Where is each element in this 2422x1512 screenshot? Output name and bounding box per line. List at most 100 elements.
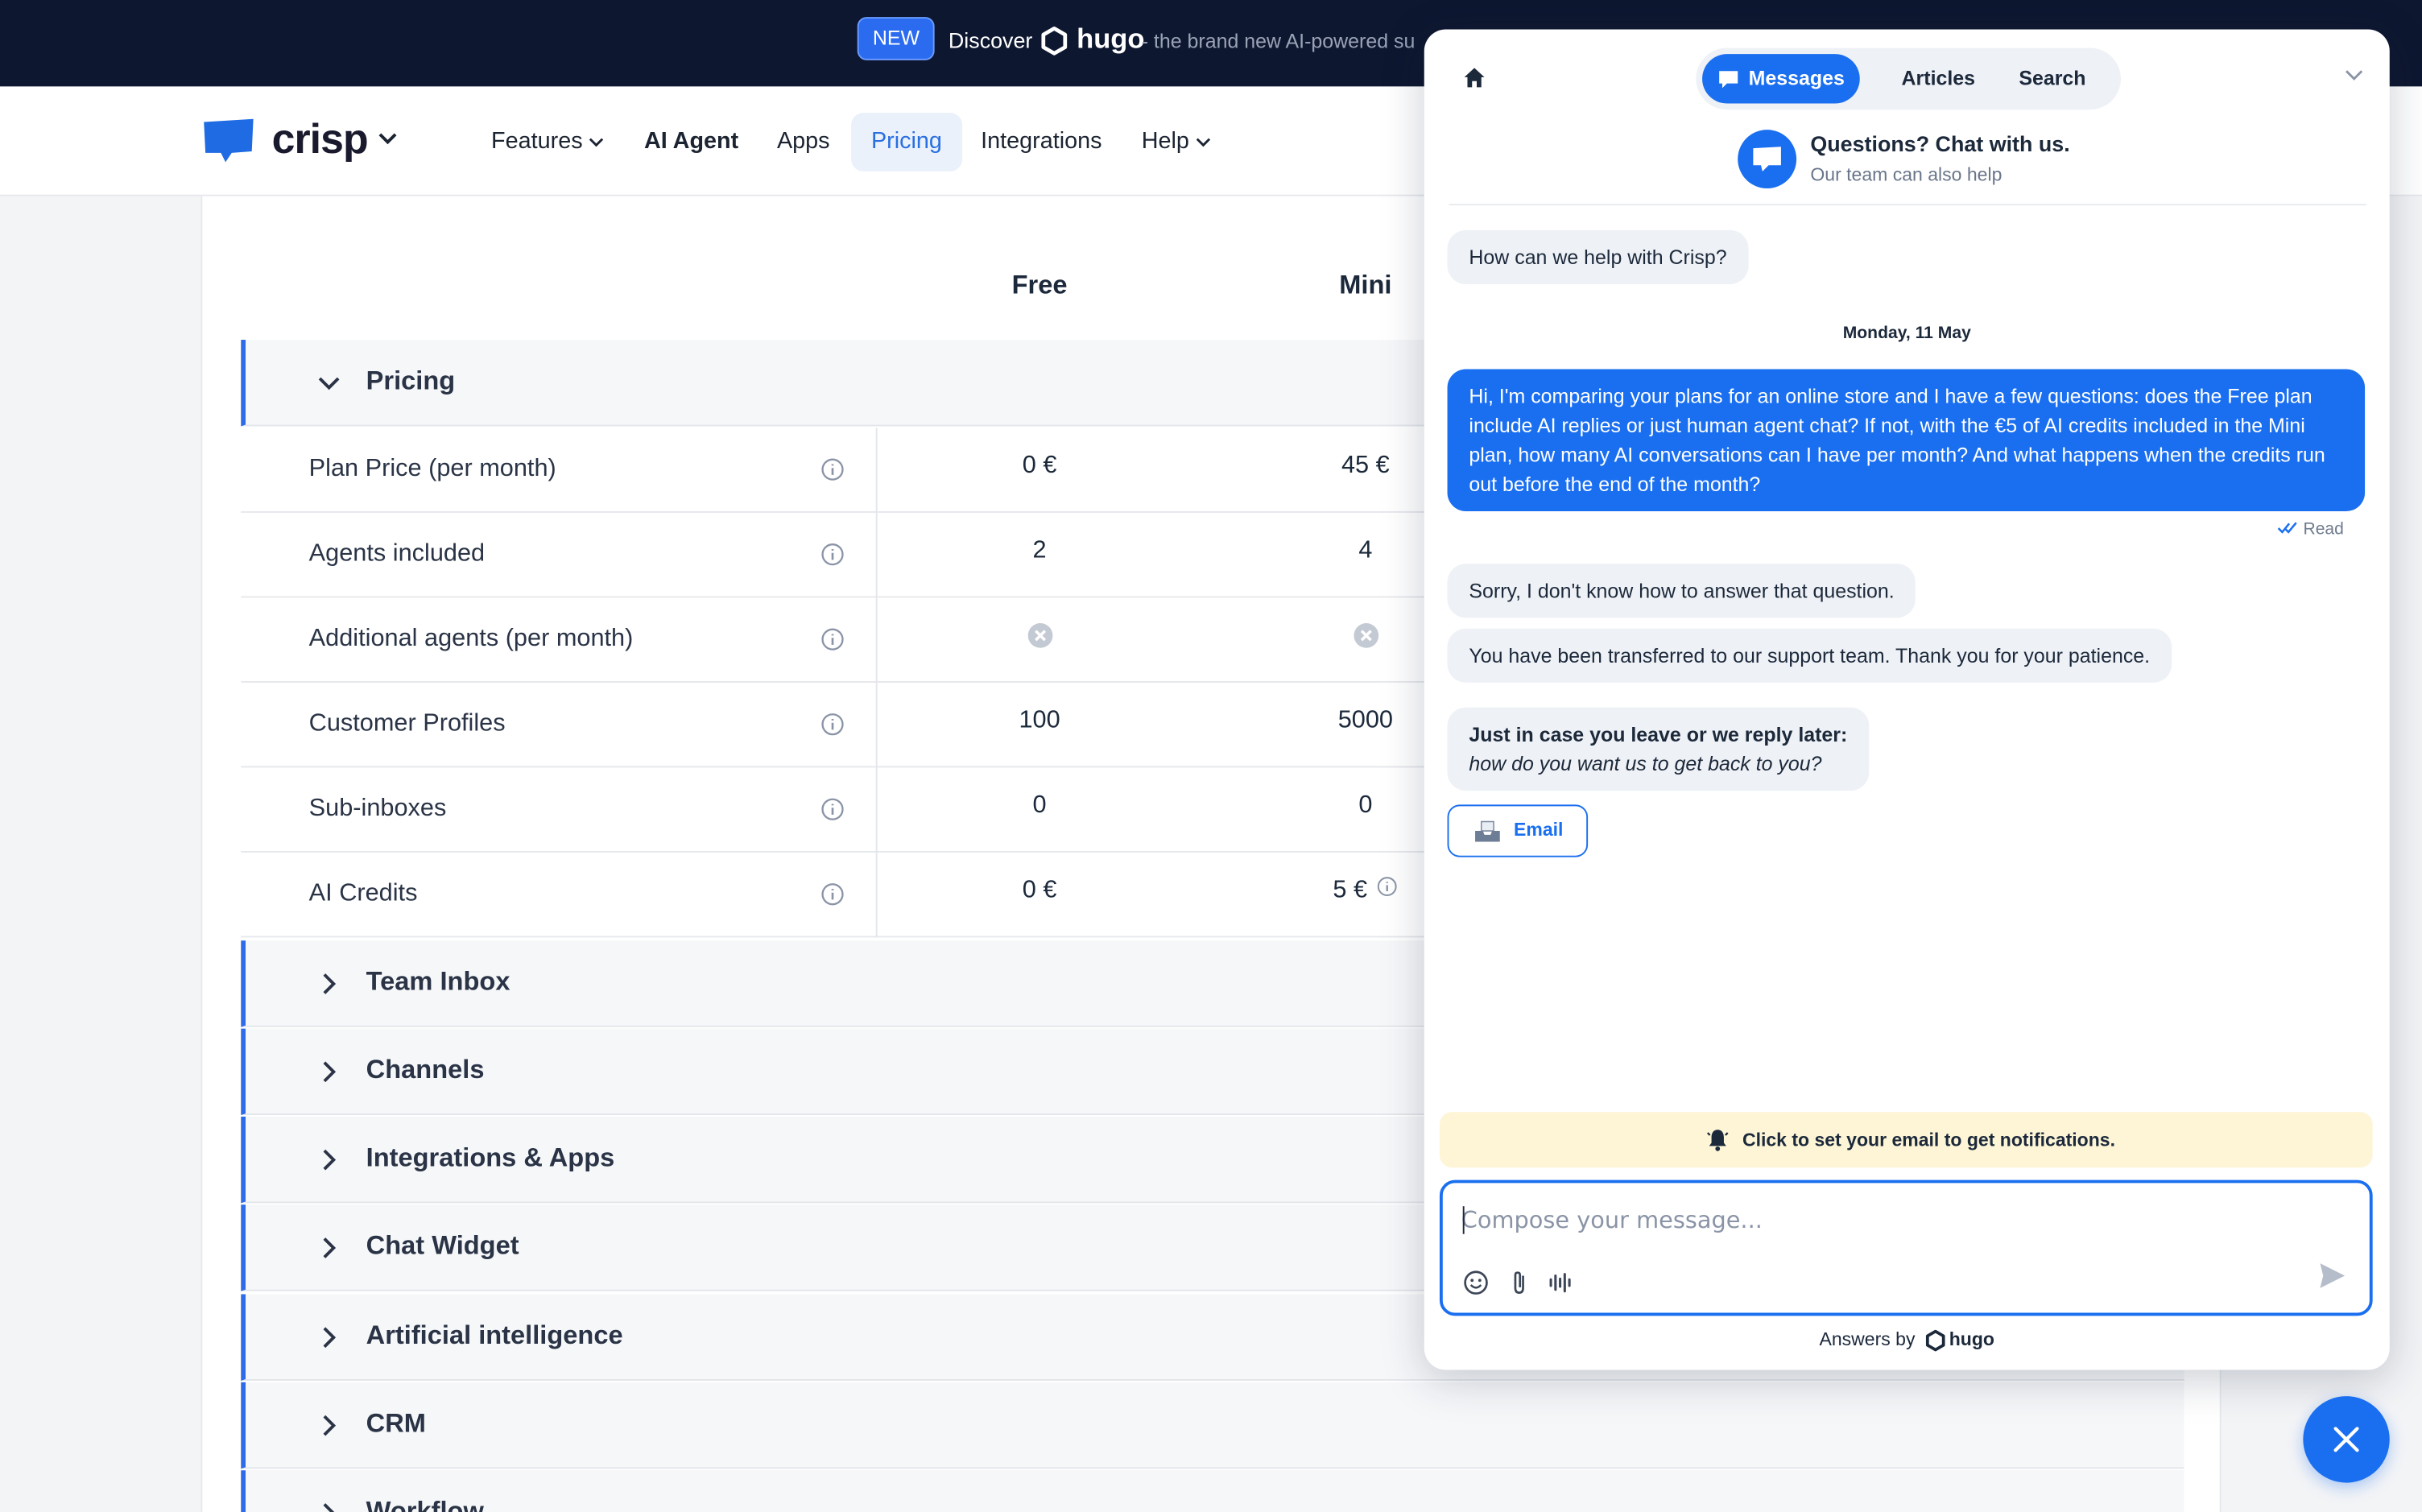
contact-prompt-subtitle: how do you want us to get back to you?	[1469, 752, 1822, 775]
chevron-right-icon	[323, 1061, 337, 1083]
message-date: Monday, 11 May	[1842, 324, 1971, 343]
email-button[interactable]: Email	[1447, 804, 1589, 857]
cross-circle-icon	[1353, 623, 1378, 648]
inbox-tray-icon	[1475, 820, 1500, 842]
tab-articles[interactable]: Articles	[1886, 54, 1990, 103]
divider	[875, 428, 878, 513]
section-label: Integrations & Apps	[366, 1142, 615, 1172]
discover-text: Discover	[948, 27, 1033, 53]
chevron-right-icon	[323, 1503, 335, 1512]
row-label: AI Credits	[308, 880, 418, 907]
nav-integrations[interactable]: Integrations	[961, 113, 1122, 171]
chevron-right-icon	[323, 1415, 337, 1436]
chat-tabs: Messages Articles Search	[1696, 48, 2121, 110]
chat-bubble-icon	[1719, 71, 1738, 89]
chat-close-button[interactable]	[2303, 1396, 2390, 1483]
crisp-logo-icon[interactable]	[200, 118, 256, 164]
hugo-logo-icon	[1925, 1329, 1945, 1352]
email-button-label: Email	[1514, 818, 1564, 841]
tab-messages[interactable]: Messages	[1702, 54, 1861, 104]
section-label: Artificial intelligence	[366, 1320, 623, 1350]
notification-text: Click to set your email to get notificat…	[1742, 1129, 2116, 1151]
section-label: Channels	[366, 1055, 485, 1084]
chat-header-subtitle: Our team can also help	[1810, 163, 2002, 186]
cell-free: 2	[1032, 537, 1047, 564]
tab-search[interactable]: Search	[2003, 54, 2102, 103]
notification-banner[interactable]: Click to set your email to get notificat…	[1439, 1112, 2373, 1168]
chevron-right-icon	[323, 1149, 337, 1171]
announcement-tagline: - the brand new AI-powered su	[1141, 29, 1416, 53]
nav-help[interactable]: Help	[1122, 113, 1231, 171]
divider	[875, 852, 878, 938]
hugo-brand: hugo	[1077, 23, 1145, 55]
nav-ai-agent[interactable]: AI Agent	[624, 113, 758, 171]
info-icon[interactable]	[820, 542, 845, 567]
row-label: Sub-inboxes	[308, 795, 447, 822]
cell-free	[947, 622, 1132, 656]
column-free: Free	[1011, 270, 1068, 300]
double-check-icon	[2277, 522, 2297, 534]
answers-by: Answers by hugo	[1819, 1328, 1994, 1352]
info-icon[interactable]	[1377, 875, 1399, 897]
section-workflow[interactable]: Workflow	[241, 1470, 2184, 1512]
hugo-logo-icon	[1041, 26, 1068, 56]
emoji-icon[interactable]	[1463, 1270, 1490, 1296]
chat-bubble-icon	[1753, 147, 1781, 171]
new-badge: NEW	[857, 17, 936, 60]
message-input[interactable]	[1461, 1201, 2296, 1239]
chevron-right-icon	[323, 1327, 337, 1349]
row-label: Agents included	[308, 540, 486, 568]
section-label: Chat Widget	[366, 1230, 519, 1261]
row-label: Plan Price (per month)	[308, 455, 556, 482]
section-crm[interactable]: CRM	[241, 1382, 2184, 1469]
contact-prompt-title: Just in case you leave or we reply later…	[1469, 722, 1848, 746]
divider	[875, 597, 878, 683]
cross-circle-icon	[1027, 623, 1052, 648]
audio-waveform-icon[interactable]	[1548, 1270, 1574, 1296]
info-icon[interactable]	[820, 627, 845, 652]
home-icon[interactable]	[1461, 65, 1488, 92]
info-icon[interactable]	[820, 457, 845, 482]
chat-widget: Messages Articles Search Questions? Chat…	[1424, 29, 2390, 1370]
nav-apps[interactable]: Apps	[757, 113, 849, 171]
info-icon[interactable]	[820, 882, 845, 907]
row-label: Customer Profiles	[308, 710, 506, 737]
message-user: Hi, I'm comparing your plans for an onli…	[1447, 369, 2366, 511]
nav-pricing[interactable]: Pricing	[851, 113, 962, 171]
close-icon	[2333, 1427, 2359, 1452]
chevron-down-icon[interactable]	[377, 131, 399, 147]
divider	[875, 512, 878, 598]
section-label: Team Inbox	[366, 966, 510, 997]
chevron-down-icon	[1196, 137, 1210, 147]
send-icon[interactable]	[2317, 1260, 2348, 1291]
chevron-down-icon[interactable]	[2345, 69, 2363, 81]
section-label: Pricing	[366, 366, 456, 396]
divider	[875, 767, 878, 853]
chevron-right-icon	[323, 1237, 337, 1258]
cell-free: 0 €	[1022, 452, 1057, 479]
chat-header-title: Questions? Chat with us.	[1810, 131, 2070, 156]
message-bot: Sorry, I don't know how to answer that q…	[1447, 564, 1916, 618]
cell-free: 0	[1032, 792, 1047, 819]
info-icon[interactable]	[820, 712, 845, 737]
nav-features[interactable]: Features	[471, 113, 624, 171]
row-label: Additional agents (per month)	[308, 625, 634, 652]
chevron-down-icon	[318, 377, 340, 390]
section-label: CRM	[366, 1408, 426, 1438]
paperclip-icon[interactable]	[1506, 1270, 1532, 1296]
read-receipt: Read	[2277, 520, 2344, 539]
divider	[1449, 204, 2366, 206]
chevron-down-icon	[589, 137, 604, 147]
text-caret	[1462, 1206, 1465, 1234]
section-label: Workflow	[366, 1496, 484, 1512]
message-composer	[1439, 1179, 2373, 1316]
info-icon[interactable]	[820, 797, 845, 822]
crisp-logo[interactable]: crisp	[272, 116, 369, 163]
divider	[875, 682, 878, 768]
cell-free: 100	[1019, 707, 1060, 734]
bell-icon	[1706, 1130, 1729, 1151]
team-avatar	[1738, 130, 1797, 189]
message-bot: Just in case you leave or we reply later…	[1447, 707, 1870, 791]
chevron-right-icon	[323, 973, 337, 994]
message-bot: You have been transferred to our support…	[1447, 628, 2172, 683]
